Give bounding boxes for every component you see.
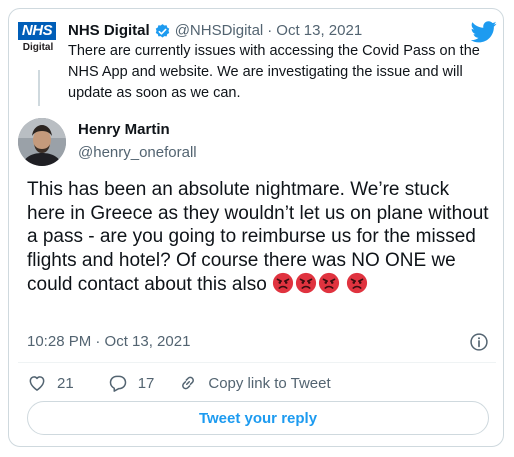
twitter-bird-icon[interactable] bbox=[471, 21, 497, 43]
header-separator: · bbox=[267, 22, 273, 39]
nhs-logo-mark: NHS bbox=[18, 22, 56, 40]
angry-face-emoji-icon bbox=[347, 272, 368, 294]
parent-tweet-date[interactable]: Oct 13, 2021 bbox=[276, 21, 362, 41]
avatar[interactable] bbox=[18, 118, 66, 166]
parent-tweet-text: There are currently issues with accessin… bbox=[68, 43, 480, 101]
angry-face-emoji-icon bbox=[272, 272, 294, 294]
heart-icon bbox=[29, 376, 45, 391]
tweet-timestamp[interactable]: 10:28 PM · Oct 13, 2021 bbox=[27, 333, 190, 350]
nhs-logo-subtext: Digital bbox=[22, 42, 54, 53]
angry-face-emoji-icon bbox=[318, 272, 340, 294]
parent-tweet-header: NHS Digital @NHSDigital · Oct 13, 2021 bbox=[68, 21, 362, 41]
like-button[interactable]: 21 bbox=[27, 373, 74, 393]
tweet-text-body: This has been an absolute nightmare. We’… bbox=[27, 179, 489, 295]
reply-button[interactable]: 17 bbox=[108, 373, 155, 393]
tweet-your-reply-button[interactable]: Tweet your reply bbox=[27, 401, 489, 435]
parent-author-handle[interactable]: @NHSDigital bbox=[175, 21, 264, 41]
tweet-text: This has been an absolute nightmare. We’… bbox=[27, 178, 489, 297]
info-icon[interactable] bbox=[469, 332, 489, 352]
nhs-digital-logo[interactable]: NHS Digital bbox=[18, 22, 58, 62]
author-handle[interactable]: @henry_oneforall bbox=[78, 144, 197, 161]
link-icon bbox=[182, 376, 195, 390]
reply-count: 17 bbox=[137, 374, 155, 392]
parent-author-name[interactable]: NHS Digital bbox=[68, 21, 150, 41]
verified-badge-icon bbox=[155, 23, 169, 38]
avatar-photo bbox=[18, 118, 66, 166]
angry-face-emoji-icon bbox=[295, 272, 317, 294]
tweet-actions: 21 17 Copy link to Tweet bbox=[27, 373, 331, 393]
like-count: 21 bbox=[57, 374, 74, 392]
author-name[interactable]: Henry Martin bbox=[78, 121, 170, 138]
copy-link-button[interactable]: Copy link to Tweet bbox=[178, 373, 331, 393]
copy-link-label: Copy link to Tweet bbox=[208, 374, 331, 392]
divider bbox=[18, 362, 496, 363]
thread-connector-line bbox=[38, 70, 40, 106]
reply-bubble-icon bbox=[109, 375, 126, 392]
